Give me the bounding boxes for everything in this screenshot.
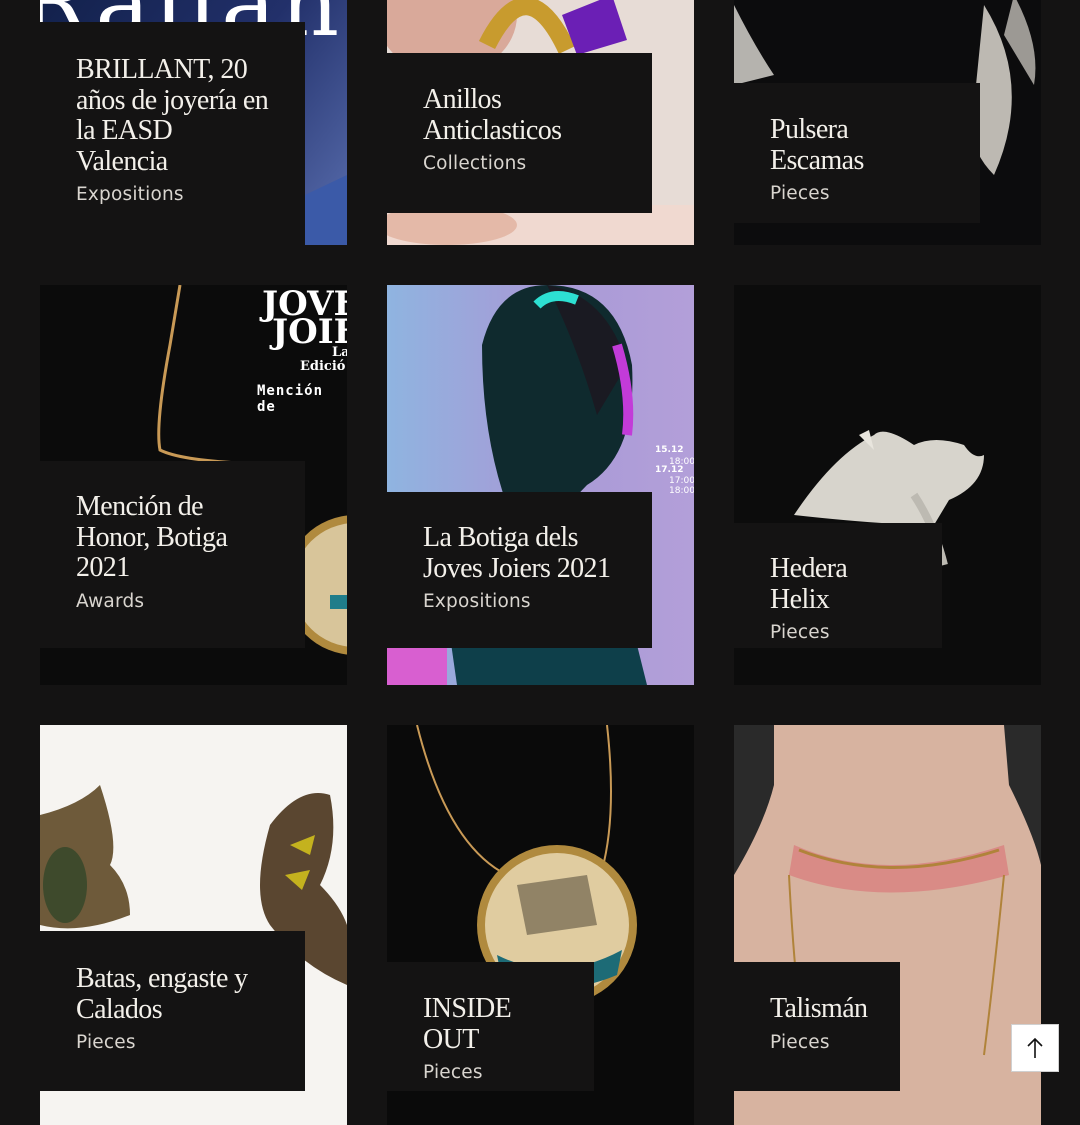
card-title: BRILLANT, 20 años de joyería en la EASD …	[76, 54, 269, 177]
scroll-top-button[interactable]	[1011, 1024, 1059, 1072]
card-caption: Batas, engaste y Calados Pieces	[40, 931, 305, 1091]
card-title: Batas, engaste y Calados	[76, 963, 248, 1025]
card-title: INSIDE OUT	[423, 993, 512, 1055]
card-title: La Botiga dels Joves Joiers 2021	[423, 522, 611, 584]
card-batas[interactable]: Batas, engaste y Calados Pieces	[40, 725, 347, 1125]
poster-line-4: Edició	[300, 359, 346, 374]
poster-line-2: JOIE	[272, 312, 347, 352]
poster-time-2: 17:00/	[669, 476, 694, 486]
card-caption: INSIDE OUT Pieces	[387, 962, 594, 1091]
card-botiga[interactable]: 15.12 18:00/ 17.12 17:00/ 18:00/ La Boti…	[387, 285, 694, 685]
card-talisman[interactable]: Talismán Pieces	[734, 725, 1041, 1125]
card-title: Hedera Helix	[770, 553, 848, 615]
card-caption: Talismán Pieces	[734, 962, 900, 1091]
card-category: Collections	[423, 153, 527, 174]
card-hedera[interactable]: Hedera Helix Pieces	[734, 285, 1041, 685]
card-anillos[interactable]: Anillos Anticlasticos Collections	[387, 0, 694, 245]
card-category: Pieces	[770, 183, 830, 204]
card-category: Pieces	[76, 1032, 136, 1053]
card-category: Pieces	[770, 1031, 830, 1053]
poster-time-3: 18:00/	[669, 486, 694, 496]
card-category: Pieces	[770, 622, 830, 643]
card-caption: La Botiga dels Joves Joiers 2021 Exposit…	[387, 492, 652, 648]
card-caption: Hedera Helix Pieces	[734, 523, 942, 648]
card-caption: BRILLANT, 20 años de joyería en la EASD …	[40, 22, 305, 245]
card-title: Talismán	[770, 993, 868, 1024]
card-category: Expositions	[423, 591, 531, 612]
poster-date-1: 15.12	[655, 445, 684, 455]
poster-line-3: La	[332, 345, 347, 360]
card-brillant[interactable]: Rallant BRILLANT, 20 años de joyería en …	[40, 0, 347, 245]
card-caption: Pulsera Escamas Pieces	[734, 83, 980, 223]
poster-line-5: Mención de	[257, 383, 324, 415]
card-category: Expositions	[76, 184, 184, 205]
card-title: Anillos Anticlasticos	[423, 84, 562, 146]
card-caption: Mención de Honor, Botiga 2021 Awards	[40, 461, 305, 648]
card-pulsera[interactable]: Pulsera Escamas Pieces	[734, 0, 1041, 245]
card-title: Pulsera Escamas	[770, 114, 864, 176]
arrow-up-icon	[1027, 1037, 1043, 1058]
card-title: Mención de Honor, Botiga 2021	[76, 491, 228, 583]
poster-date-2: 17.12	[655, 465, 684, 475]
card-caption: Anillos Anticlasticos Collections	[387, 53, 652, 213]
card-mencion[interactable]: JOVE JOIE La Edició Mención de Mención d…	[40, 285, 347, 685]
card-category: Awards	[76, 590, 145, 612]
card-inside-out[interactable]: INSIDE OUT Pieces	[387, 725, 694, 1125]
